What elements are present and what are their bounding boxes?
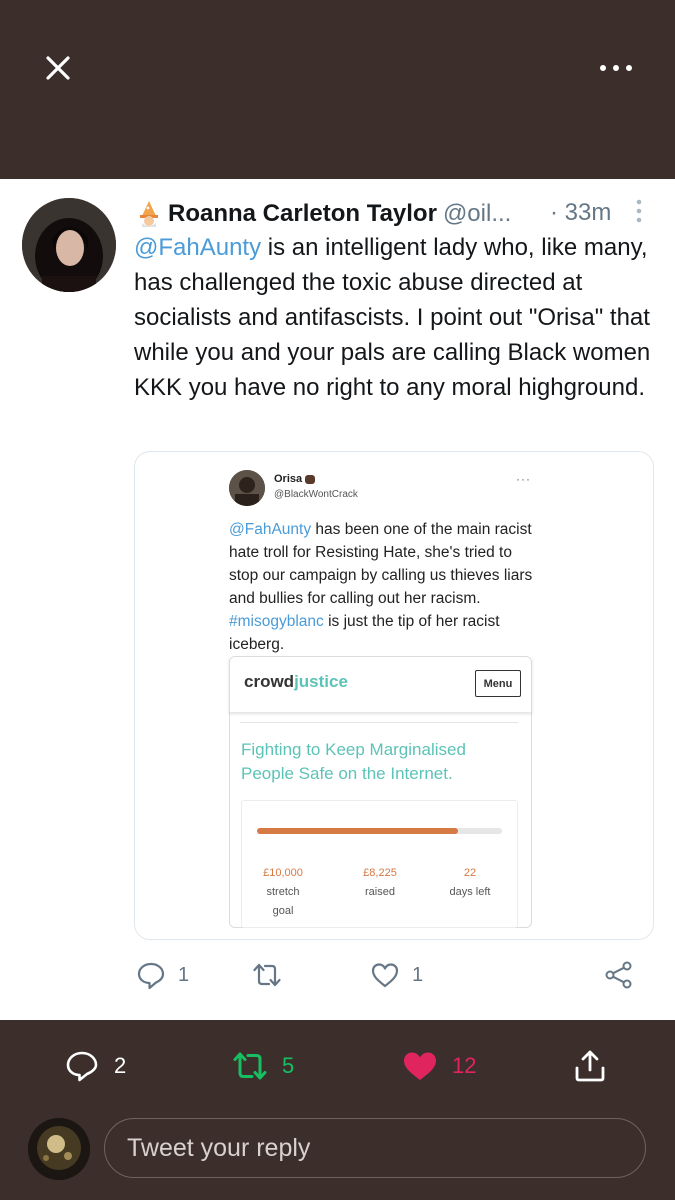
- tweet-options-button[interactable]: [634, 198, 644, 224]
- days-left-stat: 22 days left: [449, 867, 491, 898]
- heart-icon: [371, 963, 399, 988]
- tweet-text: @FahAunty is an intelligent lady who, li…: [134, 230, 654, 405]
- share-stat-button[interactable]: [572, 1048, 608, 1084]
- retweet-icon: [253, 963, 281, 987]
- reply-stat-count: 2: [114, 1053, 127, 1078]
- reply-icon: [137, 962, 165, 990]
- quoted-handle: @BlackWontCrack: [274, 489, 358, 500]
- tweet-header: Roanna Carleton Taylor @oil...: [134, 198, 511, 230]
- reply-count: 1: [178, 963, 190, 986]
- retweet-stat-count: 5: [282, 1053, 295, 1078]
- close-icon: [46, 56, 70, 80]
- reply-stat-button[interactable]: 2: [64, 1048, 126, 1084]
- quoted-author: Orisa: [274, 473, 316, 485]
- current-user-avatar: [28, 1118, 90, 1180]
- retweet-button[interactable]: [252, 960, 282, 990]
- fist-emoji-icon: [305, 475, 316, 484]
- mention-link[interactable]: @FahAunty: [134, 234, 261, 261]
- quoted-mention: @FahAunty: [229, 521, 312, 538]
- quoted-author-name: Orisa: [274, 473, 303, 485]
- reply-icon: [66, 1051, 98, 1082]
- funding-progress-bar: [257, 828, 502, 834]
- share-upload-icon: [575, 1050, 605, 1082]
- crowdjustice-divider: [240, 722, 518, 723]
- tweet-timestamp: · 33m: [550, 199, 612, 226]
- share-button[interactable]: [604, 960, 634, 990]
- crowdjustice-logo: crowdjustice: [244, 672, 348, 691]
- author-avatar[interactable]: [22, 198, 116, 292]
- like-stat-count: 12: [452, 1053, 477, 1078]
- share-icon: [605, 961, 632, 989]
- more-options-button[interactable]: [596, 58, 636, 78]
- quoted-hashtag: #misogyblanc: [229, 613, 324, 630]
- top-bar: [0, 0, 675, 179]
- retweet-stat-button[interactable]: 5: [232, 1048, 294, 1084]
- close-button[interactable]: [40, 50, 76, 86]
- like-count: 1: [412, 963, 424, 986]
- quoted-avatar-photo: [229, 470, 265, 506]
- more-horizontal-icon: [600, 65, 632, 71]
- heart-filled-icon: [404, 1052, 436, 1080]
- stretch-goal-stat: £10,000 stretch goal: [263, 867, 303, 917]
- retweet-icon: [233, 1052, 267, 1080]
- avatar-photo: [28, 1118, 90, 1180]
- reply-input[interactable]: [104, 1118, 646, 1178]
- like-button[interactable]: 1: [370, 960, 423, 990]
- author-name[interactable]: Roanna Carleton Taylor: [168, 200, 437, 228]
- crowdjustice-menu-button: Menu: [475, 670, 521, 697]
- like-stat-button[interactable]: 12: [402, 1048, 476, 1084]
- funding-progress-fill: [257, 828, 458, 834]
- author-handle[interactable]: @oil...: [443, 200, 511, 228]
- wizard-emoji-icon: [140, 201, 158, 227]
- campaign-title: Fighting to Keep Marginalised People Saf…: [241, 740, 466, 783]
- more-vertical-icon: [636, 199, 642, 223]
- quoted-more-icon: ···: [516, 472, 531, 486]
- quoted-text: @FahAunty has been one of the main racis…: [229, 518, 539, 656]
- quoted-avatar: [229, 470, 265, 506]
- raised-stat: £8,225 raised: [363, 867, 397, 898]
- reply-button[interactable]: 1: [136, 960, 189, 990]
- avatar-photo: [22, 198, 116, 292]
